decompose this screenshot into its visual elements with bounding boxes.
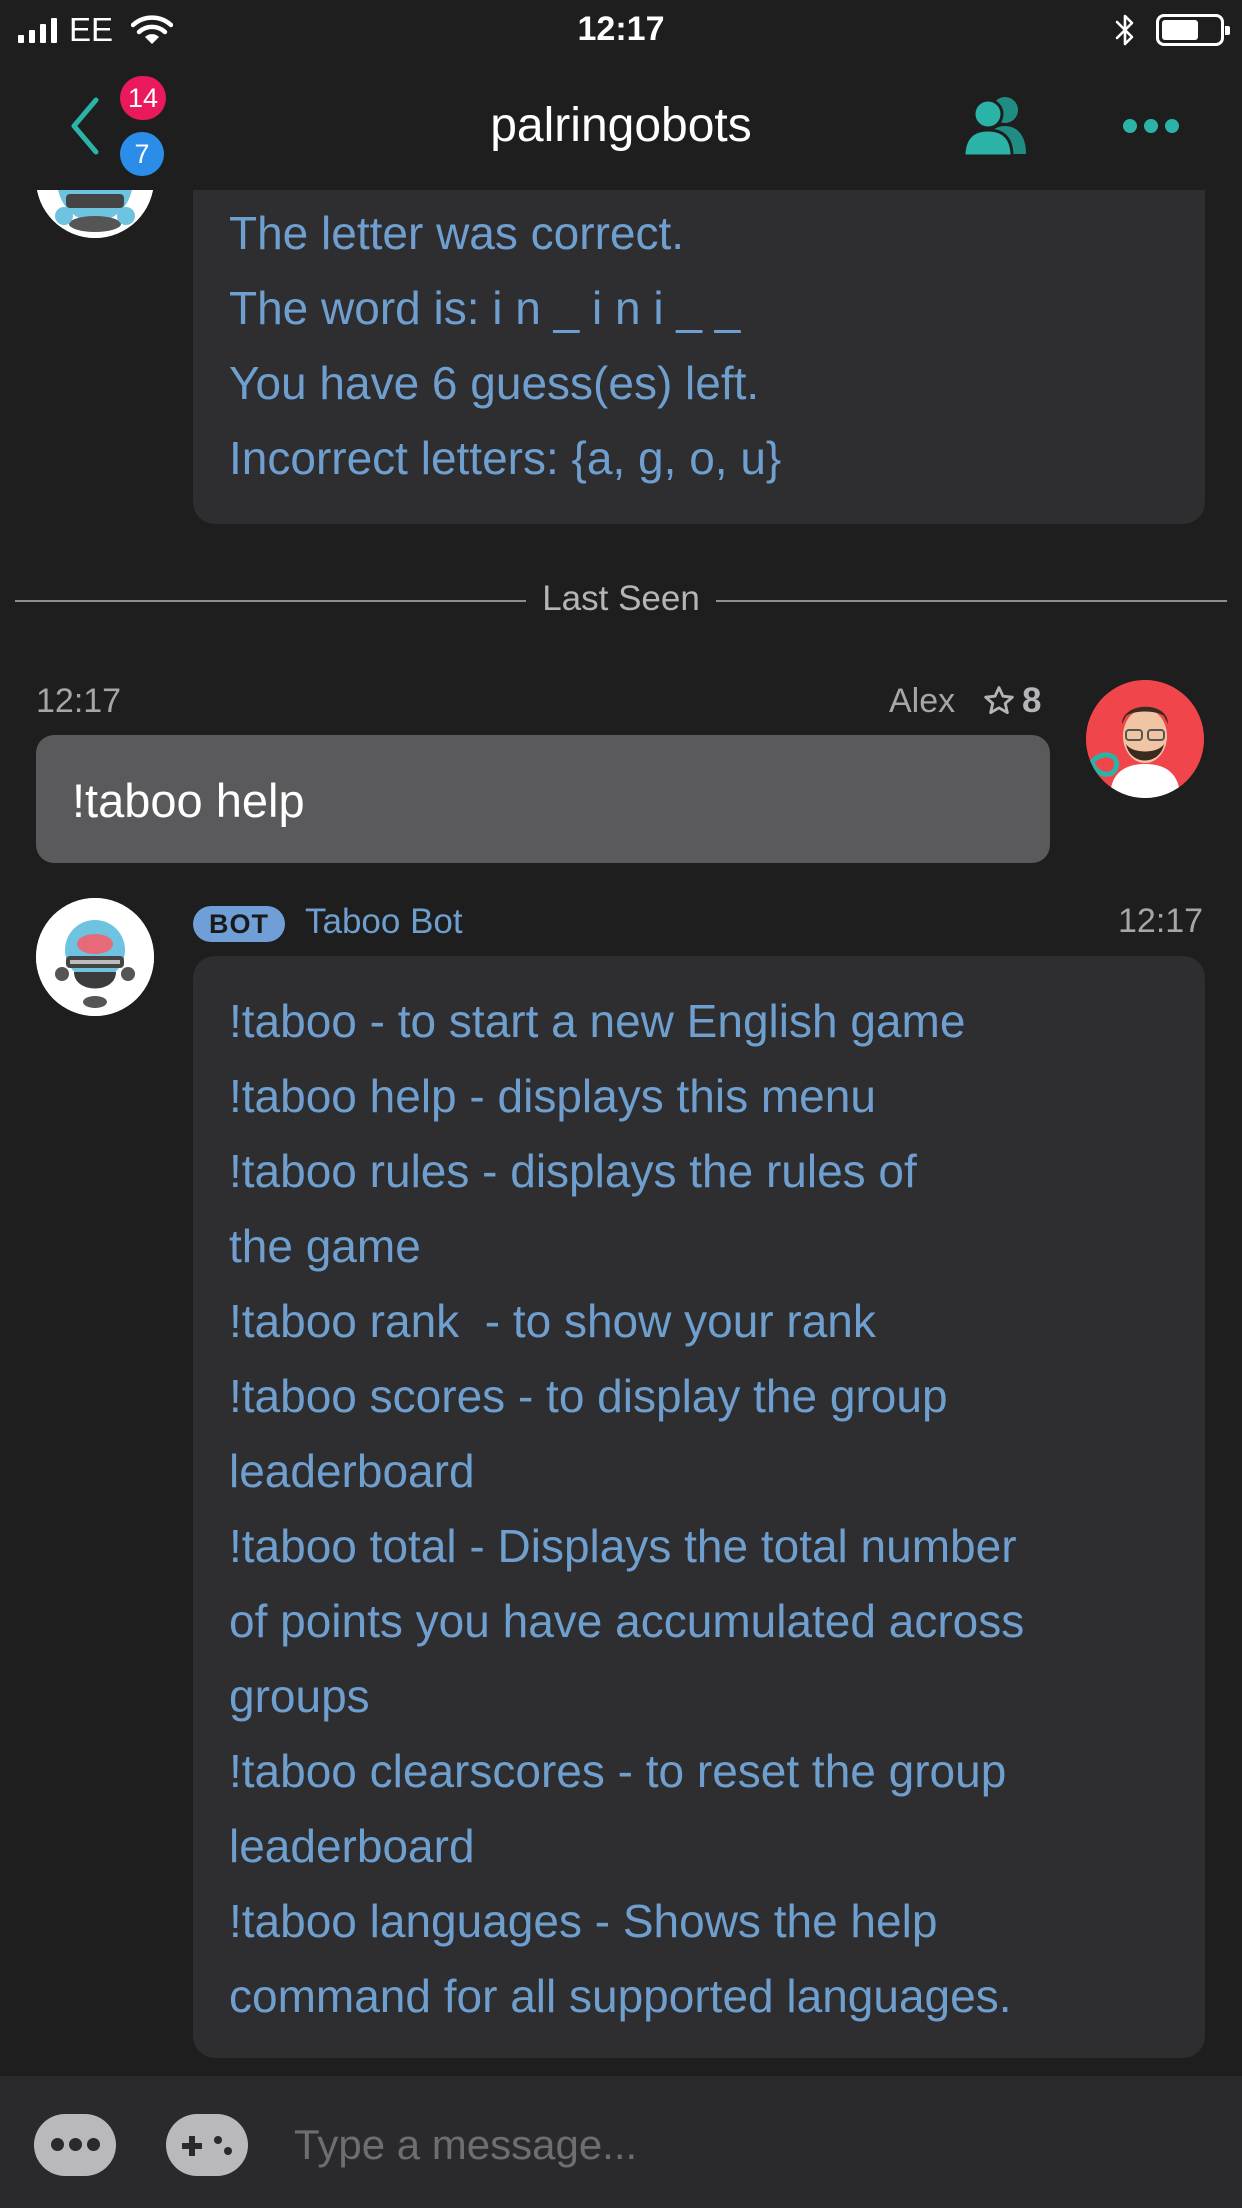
battery-icon — [1156, 14, 1230, 46]
status-right — [1114, 12, 1230, 48]
robot-avatar-icon — [36, 190, 154, 238]
more-actions-icon — [51, 2138, 64, 2151]
more-dots-icon — [1123, 119, 1179, 133]
status-time: 12:17 — [577, 10, 665, 48]
user-message-bubble: !taboo help — [36, 735, 1050, 863]
user-avatar[interactable] — [1086, 680, 1204, 798]
bot-tag: BOT — [193, 906, 285, 942]
message-list[interactable]: The letter was correct. The word is: i n… — [0, 190, 1242, 2076]
previous-bot-text: The letter was correct. The word is: i n… — [229, 207, 782, 484]
reputation-value: 8 — [1022, 681, 1042, 720]
message-input[interactable] — [294, 2112, 1194, 2178]
chat-title: palringobots — [490, 99, 752, 152]
bluetooth-icon — [1115, 14, 1134, 46]
user-sender-name[interactable]: Alex — [889, 682, 955, 721]
previous-bot-bubble: The letter was correct. The word is: i n… — [193, 190, 1205, 524]
members-button[interactable] — [960, 92, 1030, 158]
user-reputation: 8 — [982, 681, 1041, 721]
members-icon — [962, 97, 1026, 158]
chat-header: 14 7 palringobots — [0, 60, 1242, 190]
bot-sender-name[interactable]: Taboo Bot — [305, 902, 463, 942]
chat-screen: EE 12:17 14 7 palringobots The letter wa… — [0, 0, 1242, 2208]
bot-avatar[interactable] — [36, 898, 154, 1016]
bot-message-text: !taboo - to start a new English game !ta… — [229, 995, 1025, 2022]
star-icon — [984, 686, 1014, 715]
message-input-bar — [0, 2076, 1242, 2208]
robot-avatar-icon — [36, 898, 154, 1016]
more-options-button[interactable] — [1120, 115, 1182, 137]
user-avatar-icon — [1086, 680, 1204, 798]
bot-message-bubble: !taboo - to start a new English game !ta… — [193, 956, 1205, 2058]
more-actions-button[interactable] — [34, 2114, 116, 2176]
bot-message-time: 12:17 — [1118, 902, 1204, 940]
last-seen-label: Last Seen — [526, 579, 716, 618]
status-bar: EE 12:17 — [0, 0, 1242, 60]
user-message-time: 12:17 — [36, 682, 122, 720]
games-button[interactable] — [166, 2114, 248, 2176]
bot-avatar-previous[interactable] — [36, 190, 154, 238]
gamepad-icon — [182, 2136, 232, 2156]
